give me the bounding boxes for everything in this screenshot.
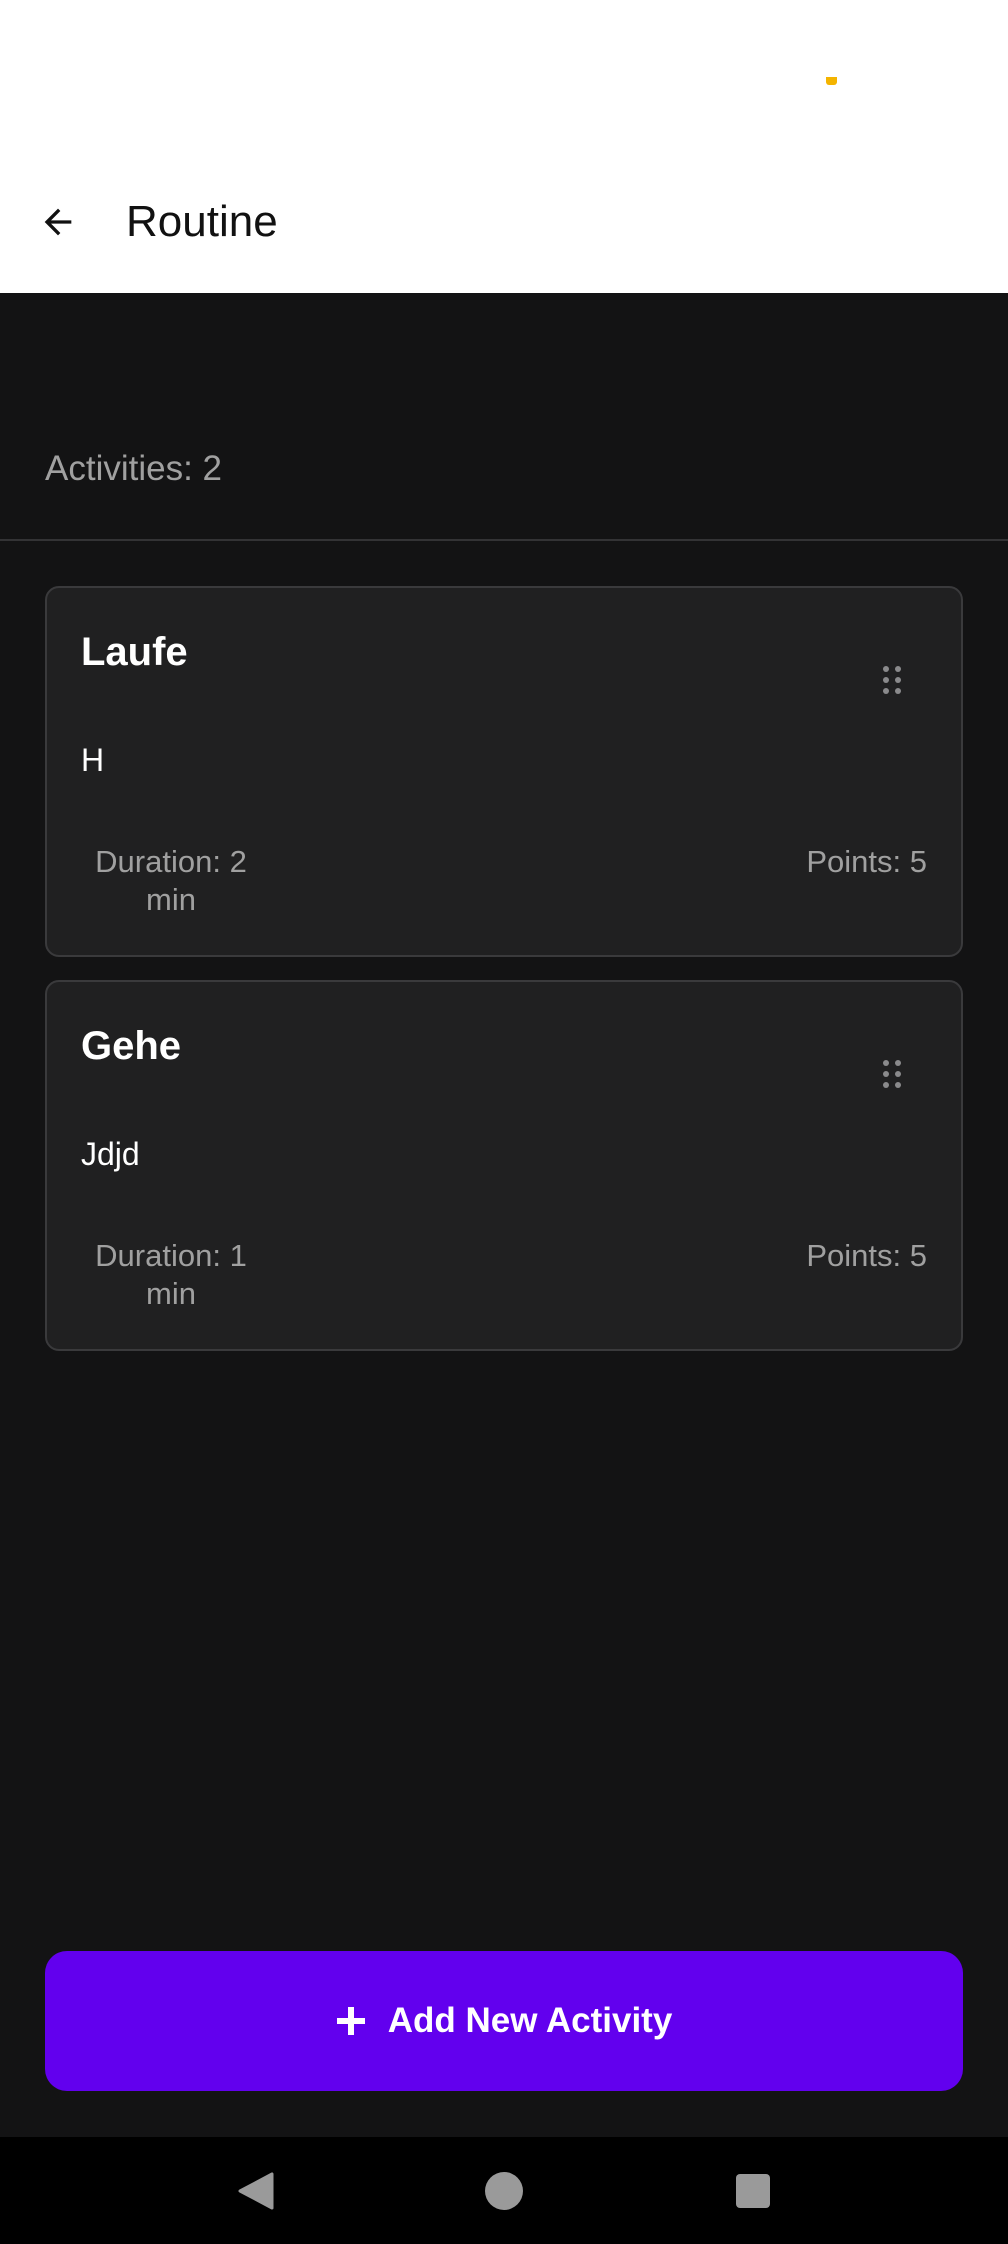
duration-label: Duration: 2 — [95, 844, 247, 879]
drag-handle-icon[interactable] — [881, 664, 903, 696]
duration-label: Duration: 1 — [95, 1238, 247, 1273]
activity-duration: Duration: 1 min — [81, 1237, 261, 1313]
activity-duration: Duration: 2 min — [81, 843, 261, 919]
status-indicator-icon — [826, 77, 837, 85]
activity-card[interactable]: Laufe H Duration: 2 min Points: 5 — [45, 586, 963, 957]
add-activity-label: Add New Activity — [387, 2001, 673, 2040]
system-navigation-bar — [0, 2137, 1008, 2244]
add-activity-button[interactable]: Add New Activity — [45, 1951, 963, 2091]
activity-points: Points: 5 — [806, 844, 927, 879]
arrow-back-icon — [44, 208, 72, 236]
nav-recents-button[interactable] — [723, 2161, 783, 2221]
duration-unit: min — [146, 1276, 196, 1311]
divider — [0, 539, 1008, 541]
nav-recents-icon — [736, 2174, 770, 2208]
back-button[interactable] — [30, 194, 86, 250]
activity-description: H — [81, 742, 105, 778]
activity-card[interactable]: Gehe Jdjd Duration: 1 min Points: 5 — [45, 980, 963, 1351]
app-bar: Routine — [0, 150, 1008, 293]
activities-summary: Activities: 2 — [0, 293, 1008, 540]
nav-home-icon — [485, 2172, 523, 2210]
duration-unit: min — [146, 882, 196, 917]
status-bar — [0, 0, 1008, 150]
activity-title: Laufe — [81, 630, 188, 674]
plus-icon — [336, 2007, 365, 2035]
nav-home-button[interactable] — [474, 2161, 534, 2221]
nav-back-icon — [238, 2172, 274, 2210]
activity-description: Jdjd — [81, 1136, 140, 1172]
activity-points: Points: 5 — [806, 1238, 927, 1273]
activity-title: Gehe — [81, 1024, 182, 1068]
drag-handle-icon[interactable] — [881, 1058, 903, 1090]
page-title: Routine — [126, 197, 278, 246]
activities-count: Activities: 2 — [45, 449, 222, 488]
nav-back-button[interactable] — [225, 2161, 285, 2221]
